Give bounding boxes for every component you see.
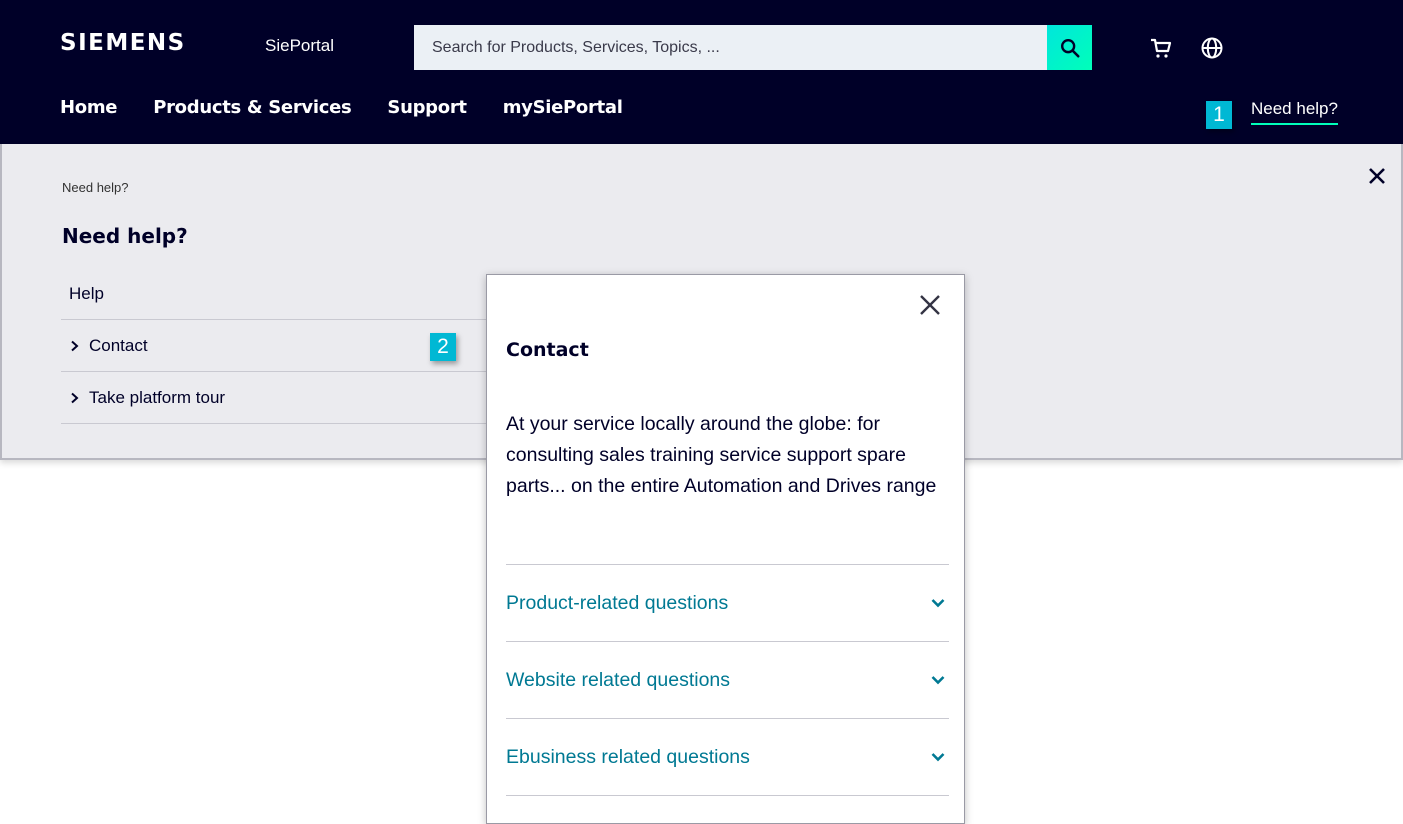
- nav-mysieportal[interactable]: mySiePortal: [503, 97, 623, 118]
- chevron-right-icon: [69, 340, 83, 352]
- search-button[interactable]: [1047, 25, 1092, 70]
- chevron-down-icon: [929, 671, 947, 689]
- chevron-right-icon: [69, 392, 83, 404]
- accordion-website-questions[interactable]: Website related questions: [506, 642, 949, 719]
- contact-popup: Contact At your service locally around t…: [486, 274, 965, 824]
- help-list: Help Contact Take platform tour: [61, 268, 491, 424]
- need-help-link[interactable]: Need help?: [1251, 99, 1338, 125]
- accordion-label: Product-related questions: [506, 591, 729, 614]
- accordion-product-questions[interactable]: Product-related questions: [506, 565, 949, 642]
- search-bar: [414, 25, 1092, 70]
- help-item-platform-tour[interactable]: Take platform tour: [61, 372, 491, 424]
- nav-products-services[interactable]: Products & Services: [153, 97, 352, 118]
- help-item-label: Take platform tour: [89, 387, 226, 407]
- accordion-ebusiness-questions[interactable]: Ebusiness related questions: [506, 719, 949, 796]
- panel-close-button[interactable]: [1365, 164, 1389, 188]
- help-item-label: Contact: [89, 335, 148, 355]
- search-icon: [1060, 38, 1080, 58]
- contact-accordion: Product-related questions Website relate…: [506, 564, 949, 796]
- portal-name[interactable]: SiePortal: [265, 36, 334, 56]
- popup-description: At your service locally around the globe…: [506, 413, 937, 497]
- main-nav: Home Products & Services Support mySiePo…: [60, 97, 659, 118]
- chevron-down-icon: [929, 748, 947, 766]
- nav-home[interactable]: Home: [60, 97, 118, 118]
- help-item-contact[interactable]: Contact: [61, 320, 491, 372]
- close-icon: [920, 295, 940, 315]
- close-icon: [1369, 168, 1385, 184]
- accordion-label: Ebusiness related questions: [506, 745, 750, 768]
- popup-close-button[interactable]: [918, 293, 942, 317]
- popup-title: Contact: [506, 339, 589, 361]
- help-item-help[interactable]: Help: [61, 268, 491, 320]
- globe-icon[interactable]: [1199, 35, 1225, 61]
- help-item-label: Help: [69, 283, 104, 303]
- cart-icon[interactable]: [1148, 35, 1174, 61]
- nav-support[interactable]: Support: [387, 97, 467, 118]
- top-header: SIEMENS SiePortal Home Products & Servic…: [0, 0, 1403, 144]
- callout-badge-2: 2: [430, 333, 456, 361]
- callout-badge-1: 1: [1206, 101, 1232, 129]
- accordion-label: Website related questions: [506, 668, 731, 691]
- chevron-down-icon: [929, 594, 947, 612]
- search-input[interactable]: [414, 25, 1047, 70]
- breadcrumb[interactable]: Need help?: [62, 180, 129, 195]
- siemens-logo[interactable]: SIEMENS: [60, 30, 186, 56]
- panel-title: Need help?: [62, 224, 188, 248]
